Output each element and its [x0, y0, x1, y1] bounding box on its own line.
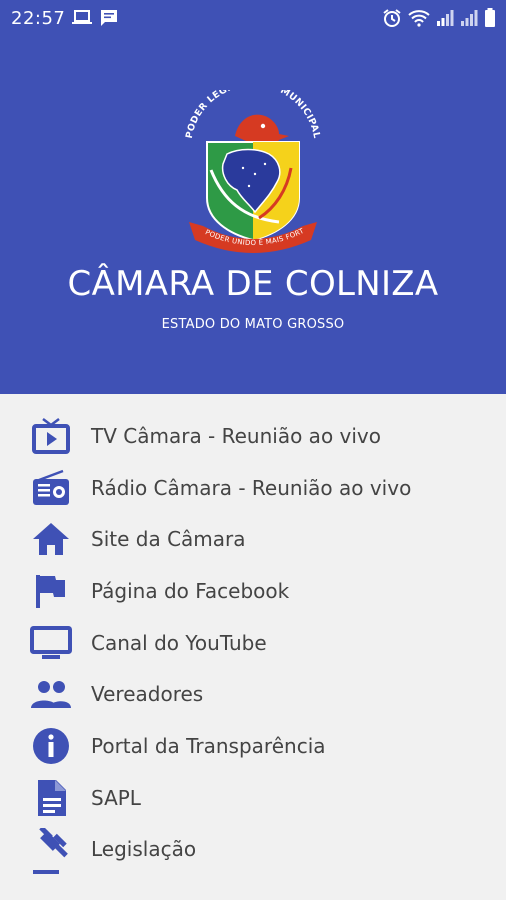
menu-item-transparencia[interactable]: Portal da Transparência: [0, 720, 506, 772]
monitor-icon: [29, 621, 73, 665]
document-icon: [29, 776, 73, 820]
menu-item-radio-camara[interactable]: Rádio Câmara - Reunião ao vivo: [0, 462, 506, 514]
gavel-icon: [29, 827, 73, 875]
menu-item-sapl[interactable]: SAPL: [0, 772, 506, 824]
info-icon: [29, 724, 73, 768]
tv-play-icon: [29, 414, 73, 458]
header-banner: 22:57 PODER LEG MUNICIPAL PODER UNIDO É …: [0, 0, 506, 394]
menu-item-label: Canal do YouTube: [91, 630, 267, 655]
menu-item-label: TV Câmara - Reunião ao vivo: [91, 423, 381, 448]
menu-item-youtube[interactable]: Canal do YouTube: [0, 617, 506, 669]
menu-item-label: Legislação: [91, 837, 197, 862]
menu-item-label: Portal da Transparência: [91, 733, 326, 758]
menu-item-label: Página do Facebook: [91, 578, 290, 603]
menu-item-legislacao[interactable]: Legislação: [0, 824, 506, 876]
menu-item-label: Rádio Câmara - Reunião ao vivo: [91, 475, 412, 500]
signal-icon: [436, 9, 454, 31]
menu-item-vereadores[interactable]: Vereadores: [0, 668, 506, 720]
home-icon: [29, 517, 73, 561]
radio-icon: [29, 466, 73, 510]
menu-item-tv-camara[interactable]: TV Câmara - Reunião ao vivo: [0, 410, 506, 462]
menu-list: TV Câmara - Reunião ao vivo Rádio Câmara…: [0, 410, 506, 875]
alarm-icon: [382, 8, 402, 32]
laptop-icon: [72, 9, 92, 31]
status-bar: 22:57: [0, 0, 506, 36]
menu-item-label: Site da Câmara: [91, 527, 246, 552]
wifi-icon: [408, 9, 430, 31]
flag-icon: [29, 569, 73, 613]
app-subtitle: ESTADO DO MATO GROSSO: [161, 317, 345, 332]
app-title: CÂMARA DE COLNIZA: [67, 264, 439, 304]
battery-icon: [484, 8, 496, 32]
chat-icon: [100, 9, 118, 31]
municipal-emblem: PODER LEGISLATIVO MUNICIPAL O PODER UNID…: [180, 78, 323, 258]
menu-item-label: Vereadores: [91, 682, 204, 707]
signal-icon: [460, 9, 478, 31]
people-icon: [29, 672, 73, 716]
menu-item-label: SAPL: [91, 785, 141, 810]
status-time: 22:57: [11, 8, 66, 29]
menu-item-facebook[interactable]: Página do Facebook: [0, 565, 506, 617]
menu-item-site-camara[interactable]: Site da Câmara: [0, 513, 506, 565]
